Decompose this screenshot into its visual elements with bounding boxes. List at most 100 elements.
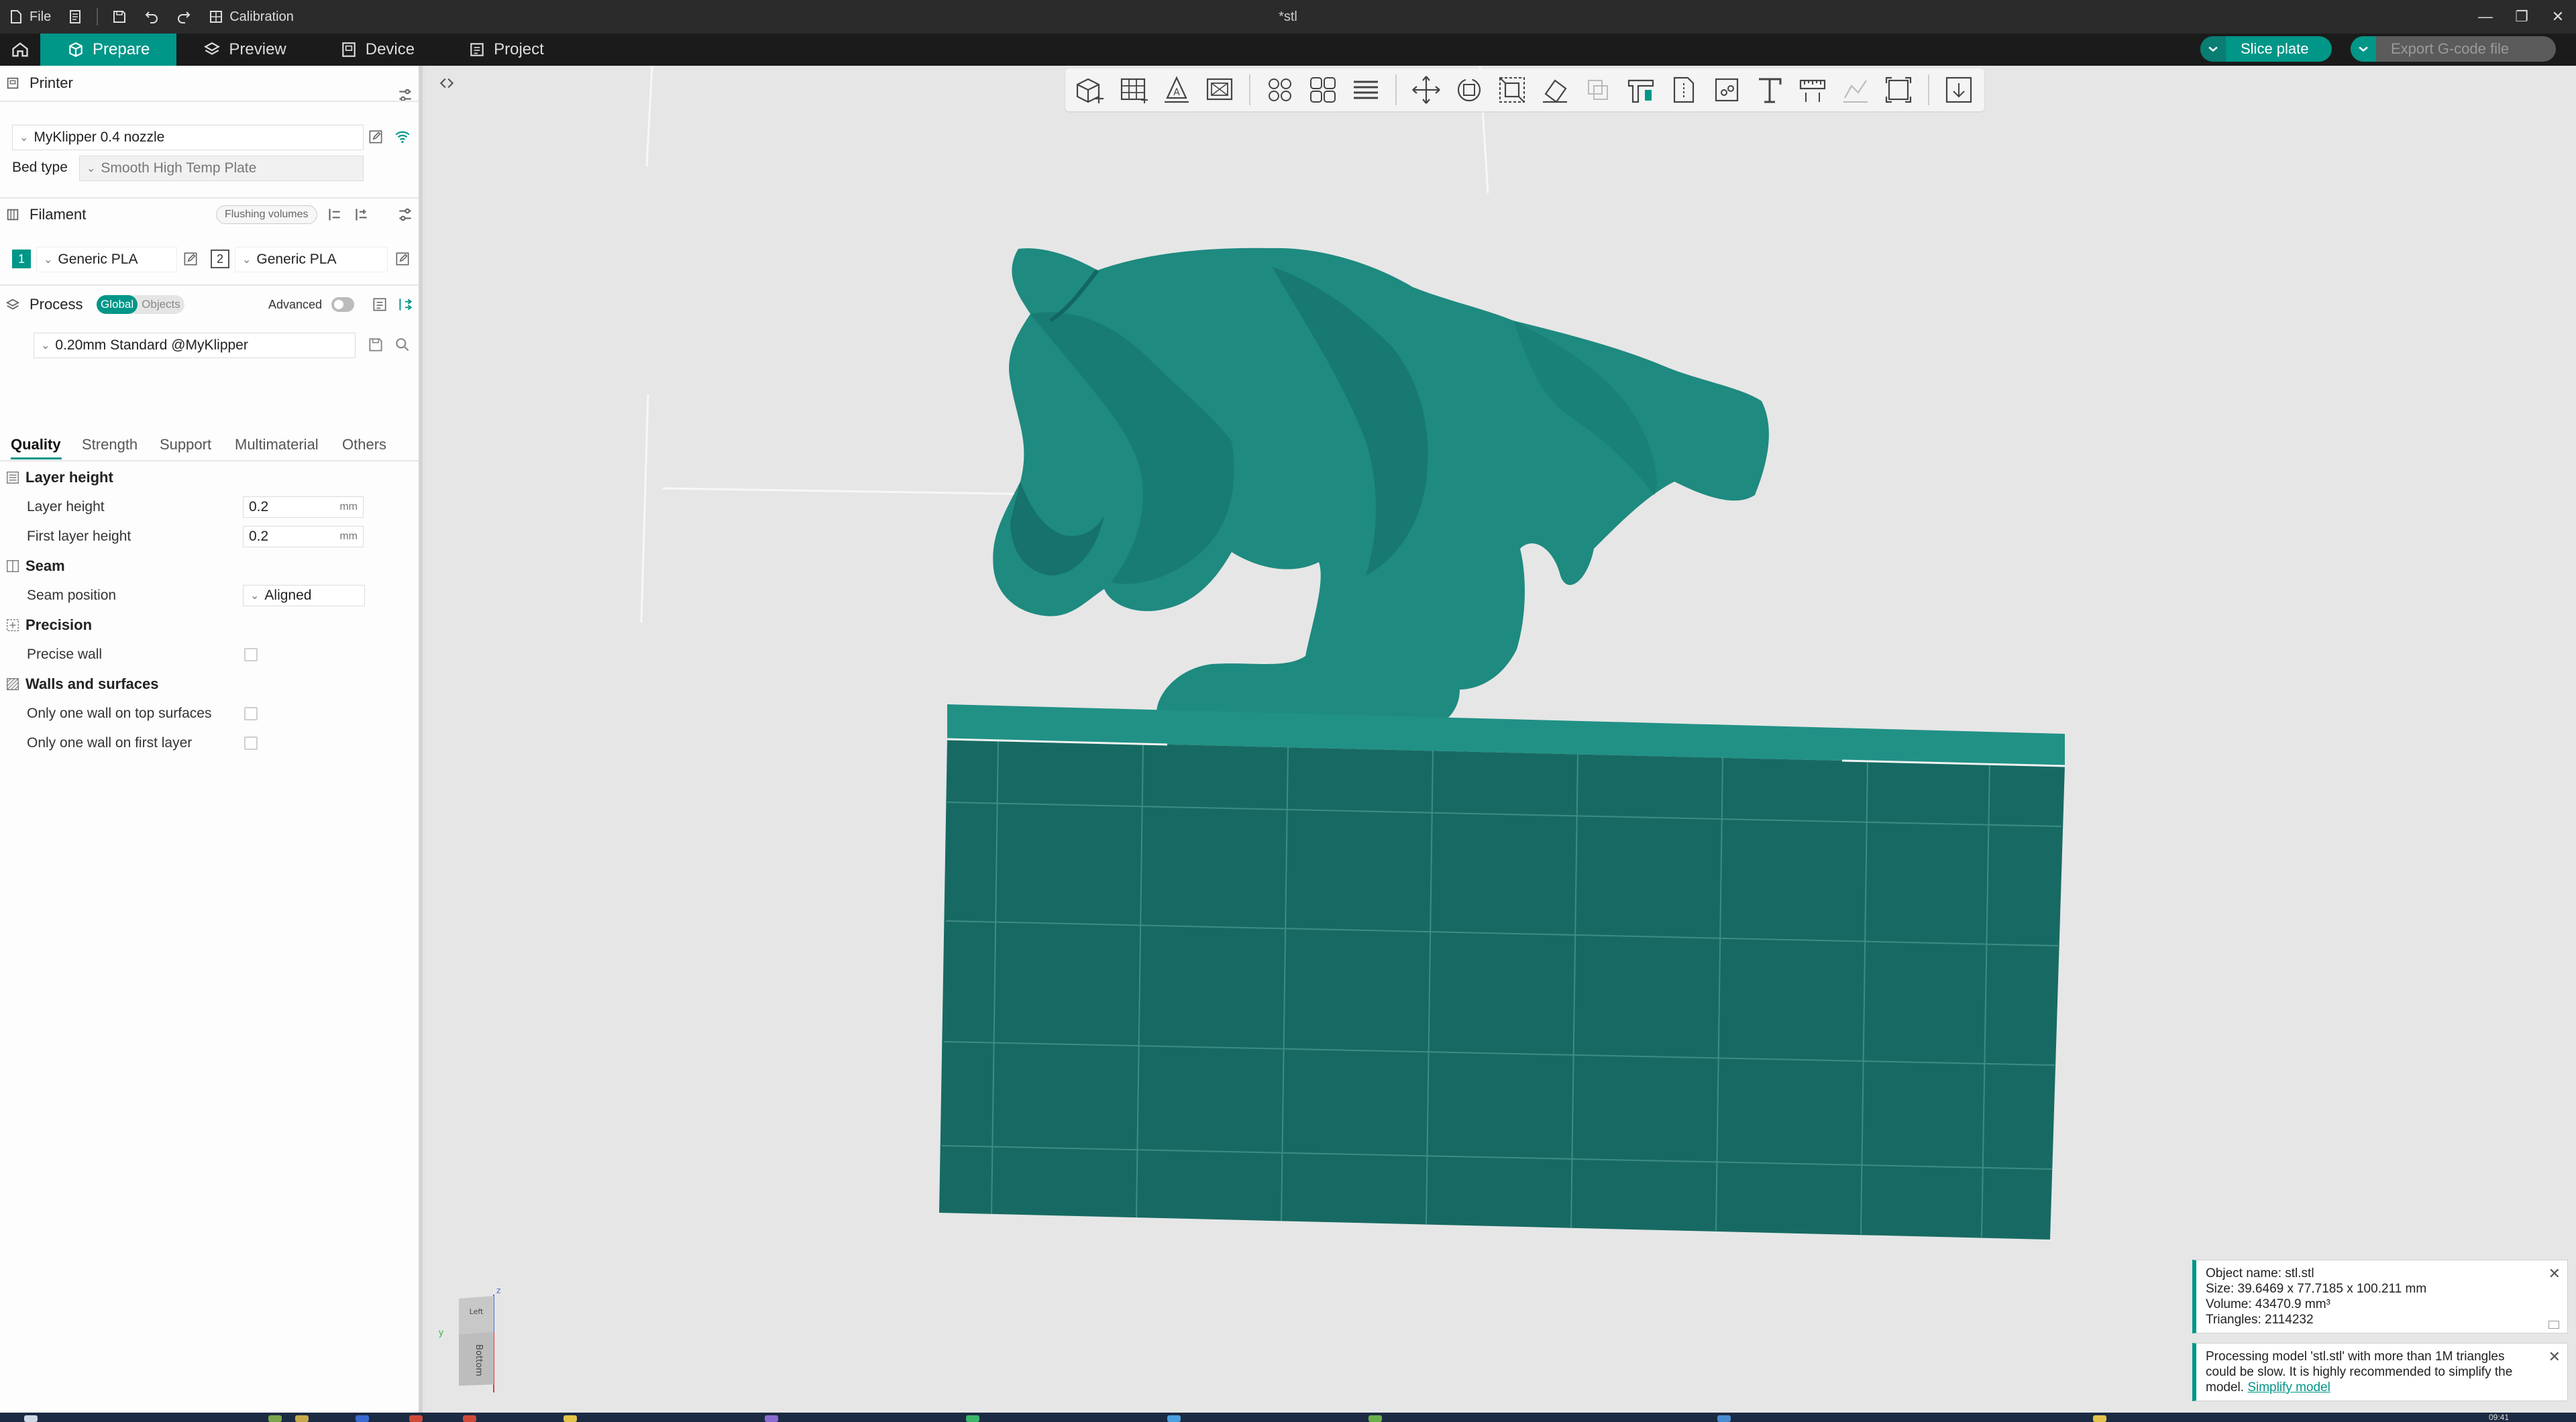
support-paint-tool[interactable] [1619, 70, 1662, 110]
fit-view-button[interactable] [1877, 70, 1920, 110]
close-icon[interactable]: ✕ [2548, 1266, 2561, 1281]
taskbar-app-icon[interactable] [564, 1415, 577, 1422]
printer-select[interactable]: ⌄ MyKlipper 0.4 nozzle [12, 125, 364, 150]
title-separator [97, 8, 99, 25]
minimize-icon[interactable] [2548, 1321, 2559, 1329]
layer-height-input[interactable]: 0.2 mm [243, 496, 364, 518]
process-notes-button[interactable] [369, 294, 390, 315]
edit-filament-2-button[interactable] [392, 248, 413, 270]
process-scope-toggle[interactable]: Global Objects [97, 295, 184, 314]
taskbar-app-icon[interactable] [295, 1415, 309, 1422]
simplify-model-link[interactable]: Simplify model [2247, 1380, 2330, 1394]
add-plate-button[interactable] [1112, 70, 1155, 110]
chevron-down-icon[interactable] [2351, 36, 2376, 62]
rotate-tool[interactable] [1448, 70, 1491, 110]
taskbar-app-icon[interactable] [268, 1415, 282, 1422]
base-block-model[interactable] [939, 704, 2065, 1240]
bed-type-select[interactable]: ⌄ Smooth High Temp Plate [79, 156, 364, 181]
taskbar-app-icon[interactable] [966, 1415, 979, 1422]
taskbar-app-icon[interactable] [2093, 1415, 2106, 1422]
tab-support[interactable]: Support [160, 436, 211, 453]
scope-global[interactable]: Global [97, 295, 138, 314]
home-button[interactable] [0, 34, 40, 66]
minimize-icon[interactable]: — [2467, 0, 2504, 34]
tab-device[interactable]: Device [313, 34, 441, 66]
tab-project[interactable]: Project [441, 34, 571, 66]
first-layer-height-input[interactable]: 0.2 mm [243, 526, 364, 547]
save-preset-button[interactable] [365, 334, 386, 356]
taskbar-app-icon[interactable] [463, 1415, 476, 1422]
color-paint-tool[interactable] [1705, 70, 1748, 110]
printer-settings-button[interactable] [394, 85, 416, 106]
taskbar-app-icon[interactable] [1368, 1415, 1382, 1422]
taskbar-app-icon[interactable] [1717, 1415, 1731, 1422]
tab-others[interactable]: Others [342, 436, 386, 453]
navigation-cube[interactable]: Left Bottom z [456, 1285, 517, 1392]
printer-connect-button[interactable] [392, 126, 413, 148]
split-parts-button[interactable] [1301, 70, 1344, 110]
save-button[interactable] [103, 0, 136, 34]
restore-icon[interactable]: ❐ [2504, 0, 2540, 34]
collapse-sidebar-button[interactable] [435, 71, 459, 95]
view-mode-button[interactable] [1937, 70, 1980, 110]
redo-button[interactable] [168, 0, 200, 34]
filament-slot-2-select[interactable]: ⌄ Generic PLA [235, 247, 388, 272]
3d-viewport[interactable]: A Left Bottom z y Object name: stl.stl S… [427, 66, 2576, 1413]
filament-settings-button[interactable] [394, 204, 416, 225]
tab-prepare[interactable]: Prepare [40, 34, 177, 66]
file-menu[interactable]: File [0, 0, 59, 34]
open-project-button[interactable] [59, 0, 91, 34]
taskbar-app-icon[interactable] [765, 1415, 778, 1422]
process-preset-select[interactable]: ⌄ 0.20mm Standard @MyKlipper [34, 333, 356, 358]
advanced-toggle[interactable] [331, 297, 354, 312]
remove-filament-button[interactable] [323, 204, 345, 225]
close-icon[interactable]: ✕ [2540, 0, 2576, 34]
move-tool[interactable] [1405, 70, 1448, 110]
slice-plate-button[interactable]: Slice plate [2200, 36, 2332, 62]
taskbar-app-icon[interactable] [409, 1415, 423, 1422]
filament-slot-1-select[interactable]: ⌄ Generic PLA [36, 247, 177, 272]
precise-wall-checkbox[interactable] [244, 648, 258, 661]
taskbar-app-icon[interactable] [356, 1415, 369, 1422]
add-cube-icon [1076, 78, 1104, 103]
group-seam: Seam [3, 554, 65, 578]
fit-view-icon [1885, 76, 1912, 103]
flushing-volumes-button[interactable]: Flushing volumes [216, 205, 317, 224]
edit-icon [184, 252, 197, 266]
scale-tool[interactable] [1491, 70, 1534, 110]
edit-printer-button[interactable] [365, 126, 386, 148]
add-object-button[interactable] [1069, 70, 1112, 110]
assembly-tool-disabled [1834, 70, 1877, 110]
add-filament-button[interactable] [350, 204, 372, 225]
one-wall-first-checkbox[interactable] [244, 736, 258, 750]
calibration-label: Calibration [229, 9, 294, 24]
edit-filament-1-button[interactable] [180, 248, 201, 270]
tab-strength[interactable]: Strength [82, 436, 138, 453]
tab-preview[interactable]: Preview [176, 34, 313, 66]
seam-paint-icon [1673, 76, 1695, 103]
seam-paint-tool[interactable] [1662, 70, 1705, 110]
tab-multimaterial[interactable]: Multimaterial [235, 436, 319, 453]
undo-button[interactable] [136, 0, 168, 34]
seam-position-select[interactable]: ⌄ Aligned [243, 585, 365, 606]
chevron-down-icon[interactable] [2200, 36, 2226, 62]
start-icon[interactable] [24, 1415, 38, 1422]
calibration-menu[interactable]: Calibration [200, 0, 302, 34]
split-objects-button[interactable] [1258, 70, 1301, 110]
export-gcode-button[interactable]: Export G-code file [2351, 36, 2556, 62]
taskbar-app-icon[interactable] [1167, 1415, 1181, 1422]
text-tool[interactable] [1748, 70, 1791, 110]
layers-edit-button[interactable] [1344, 70, 1387, 110]
close-icon[interactable]: ✕ [2548, 1349, 2561, 1364]
scope-objects[interactable]: Objects [138, 295, 184, 314]
search-settings-button[interactable] [392, 334, 413, 356]
tab-quality[interactable]: Quality [11, 436, 61, 453]
auto-orient-button[interactable]: A [1155, 70, 1198, 110]
lay-on-face-tool[interactable] [1534, 70, 1576, 110]
measure-tool[interactable] [1791, 70, 1834, 110]
arrange-button[interactable] [1198, 70, 1241, 110]
process-compare-button[interactable] [394, 294, 416, 315]
cube-icon [69, 42, 83, 57]
one-wall-top-checkbox[interactable] [244, 707, 258, 720]
horse-model[interactable] [993, 248, 1769, 726]
